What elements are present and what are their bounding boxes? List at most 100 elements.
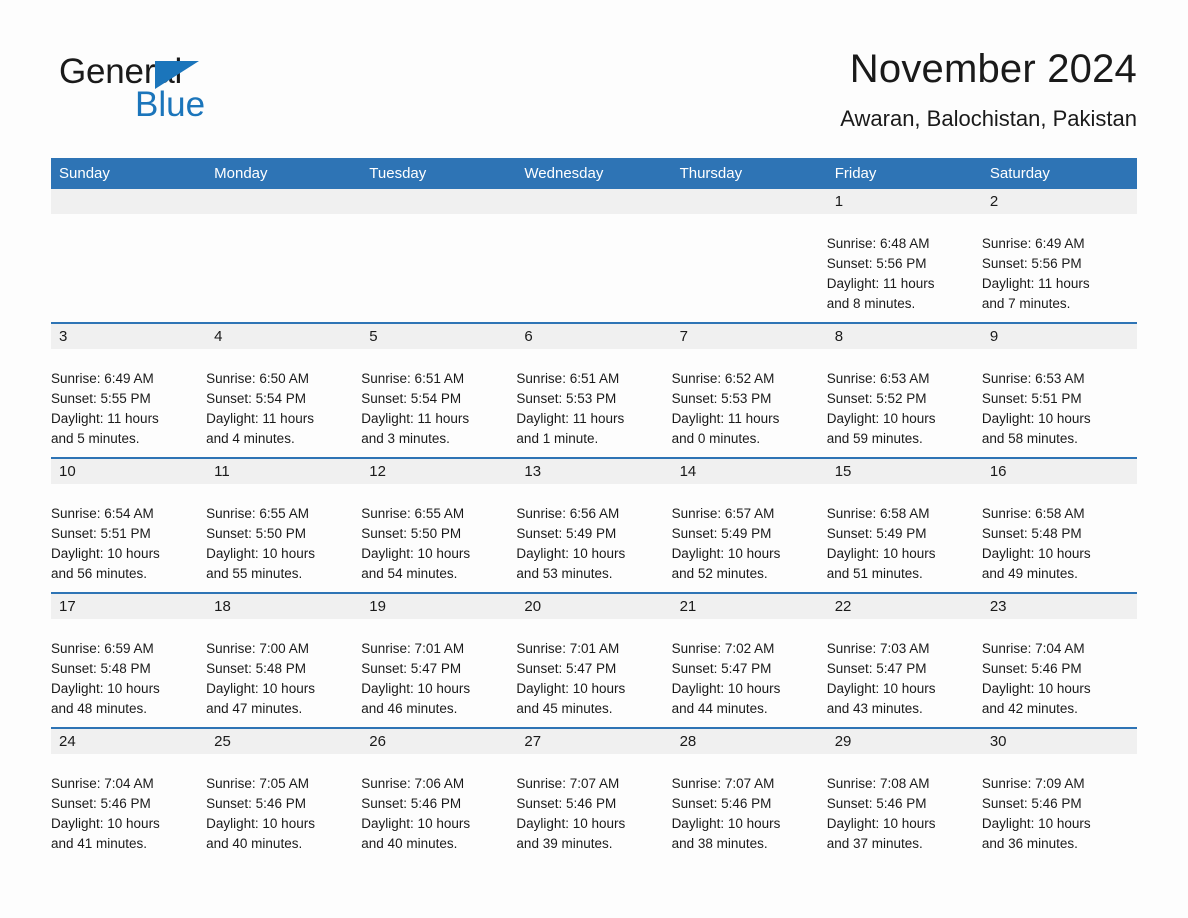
day-cell[interactable]: 17 Sunrise: 6:59 AM Sunset: 5:48 PM Dayligh… [51, 592, 207, 728]
day-details [206, 212, 214, 251]
day-details: Sunrise: 7:06 AM Sunset: 5:46 PM Daylight:… [361, 752, 516, 871]
day-cell[interactable]: 25 Sunrise: 7:05 AM Sunset: 5:46 PM Dayligh… [206, 727, 362, 862]
daylight-text-line1: Daylight: 10 hours [671, 546, 781, 561]
sunset-text: Sunset: 5:47 PM [361, 661, 462, 676]
sunrise-text: Sunrise: 6:55 AM [206, 506, 309, 521]
weekday-header-thursday: Thursday [671, 158, 827, 189]
day-cell[interactable]: 12 Sunrise: 6:55 AM Sunset: 5:50 PM Dayligh… [361, 457, 517, 593]
sunrise-text: Sunrise: 6:52 AM [671, 371, 775, 386]
day-cell[interactable]: 27 Sunrise: 7:07 AM Sunset: 5:46 PM Dayligh… [516, 727, 672, 862]
day-number: 29 [826, 729, 982, 754]
daylight-text-line1: Daylight: 10 hours [516, 816, 626, 831]
daylight-text-line1: Daylight: 10 hours [361, 681, 471, 696]
day-details [516, 212, 524, 251]
day-cell[interactable]: 13 Sunrise: 6:56 AM Sunset: 5:49 PM Dayligh… [516, 457, 672, 593]
day-cell[interactable]: 30 Sunrise: 7:09 AM Sunset: 5:46 PM Dayligh… [981, 727, 1137, 862]
day-cell[interactable]: 10 Sunrise: 6:54 AM Sunset: 5:51 PM Dayligh… [51, 457, 207, 593]
daylight-text-line2: and 58 minutes. [981, 431, 1078, 446]
day-number: 26 [361, 729, 517, 754]
daylight-text-line2: and 0 minutes. [671, 431, 761, 446]
day-cell[interactable]: 3 Sunrise: 6:49 AM Sunset: 5:55 PM Daylight… [51, 322, 207, 458]
day-details: Sunrise: 7:09 AM Sunset: 5:46 PM Daylight:… [982, 752, 1137, 871]
day-cell[interactable]: 6 Sunrise: 6:51 AM Sunset: 5:53 PM Daylight… [516, 322, 672, 458]
sunrise-text: Sunrise: 7:04 AM [51, 776, 154, 791]
daylight-text-line1: Daylight: 10 hours [206, 546, 315, 561]
sunrise-text: Sunrise: 6:58 AM [826, 506, 930, 521]
day-cell[interactable] [361, 189, 517, 323]
daylight-text-line1: Daylight: 10 hours [826, 546, 936, 561]
day-cell[interactable]: 7 Sunrise: 6:52 AM Sunset: 5:53 PM Daylight… [671, 322, 827, 458]
daylight-text-line2: and 54 minutes. [361, 566, 458, 581]
sunset-text: Sunset: 5:51 PM [51, 526, 151, 541]
day-cell[interactable]: 9 Sunrise: 6:53 AM Sunset: 5:51 PM Daylight… [981, 322, 1137, 458]
day-number: 21 [671, 594, 827, 619]
day-number: 24 [51, 729, 207, 754]
sunset-text: Sunset: 5:48 PM [981, 526, 1082, 541]
day-cell[interactable]: 16 Sunrise: 6:58 AM Sunset: 5:48 PM Dayligh… [981, 457, 1137, 593]
sunset-text: Sunset: 5:46 PM [516, 796, 617, 811]
daylight-text-line1: Daylight: 10 hours [826, 681, 936, 696]
calendar-header-row: Sunday Monday Tuesday Wednesday Thursday… [51, 158, 1137, 189]
daylight-text-line1: Daylight: 10 hours [51, 546, 160, 561]
sunset-text: Sunset: 5:53 PM [516, 391, 617, 406]
day-details: Sunrise: 7:02 AM Sunset: 5:47 PM Daylight:… [672, 617, 827, 736]
day-cell[interactable]: 21 Sunrise: 7:02 AM Sunset: 5:47 PM Dayligh… [671, 592, 827, 728]
day-details: Sunrise: 7:03 AM Sunset: 5:47 PM Daylight:… [827, 617, 982, 736]
daylight-text-line2: and 45 minutes. [516, 701, 613, 716]
day-cell[interactable] [51, 189, 207, 323]
day-number: 28 [671, 729, 827, 754]
day-number: 30 [981, 729, 1137, 754]
sunset-text: Sunset: 5:46 PM [361, 796, 462, 811]
day-cell[interactable]: 24 Sunrise: 7:04 AM Sunset: 5:46 PM Dayligh… [51, 727, 207, 862]
day-number: 20 [516, 594, 672, 619]
sunset-text: Sunset: 5:48 PM [51, 661, 151, 676]
day-details: Sunrise: 6:51 AM Sunset: 5:53 PM Daylight:… [516, 347, 671, 466]
day-cell[interactable]: 26 Sunrise: 7:06 AM Sunset: 5:46 PM Dayligh… [361, 727, 517, 862]
day-cell[interactable]: 14 Sunrise: 6:57 AM Sunset: 5:49 PM Dayligh… [671, 457, 827, 593]
day-number: 11 [206, 459, 362, 484]
sunset-text: Sunset: 5:50 PM [206, 526, 306, 541]
day-cell[interactable] [671, 189, 827, 323]
day-cell[interactable]: 29 Sunrise: 7:08 AM Sunset: 5:46 PM Dayligh… [826, 727, 982, 862]
daylight-text-line1: Daylight: 10 hours [981, 411, 1091, 426]
day-details: Sunrise: 6:52 AM Sunset: 5:53 PM Daylight:… [672, 347, 827, 466]
day-cell[interactable]: 8 Sunrise: 6:53 AM Sunset: 5:52 PM Daylight… [826, 322, 982, 458]
day-cell[interactable]: 1 Sunrise: 6:48 AM Sunset: 5:56 PM Daylight… [826, 189, 982, 323]
day-details: Sunrise: 6:50 AM Sunset: 5:54 PM Daylight:… [206, 347, 361, 466]
daylight-text-line2: and 8 minutes. [826, 296, 916, 311]
sunrise-text: Sunrise: 6:53 AM [981, 371, 1085, 386]
day-cell[interactable]: 23 Sunrise: 7:04 AM Sunset: 5:46 PM Dayligh… [981, 592, 1137, 728]
daylight-text-line1: Daylight: 10 hours [516, 546, 626, 561]
daylight-text-line2: and 44 minutes. [671, 701, 768, 716]
sunrise-text: Sunrise: 6:58 AM [981, 506, 1085, 521]
sunrise-text: Sunrise: 7:04 AM [981, 641, 1085, 656]
day-cell[interactable]: 11 Sunrise: 6:55 AM Sunset: 5:50 PM Dayligh… [206, 457, 362, 593]
day-cell[interactable]: 15 Sunrise: 6:58 AM Sunset: 5:49 PM Dayligh… [826, 457, 982, 593]
day-cell[interactable]: 19 Sunrise: 7:01 AM Sunset: 5:47 PM Dayligh… [361, 592, 517, 728]
day-cell[interactable]: 5 Sunrise: 6:51 AM Sunset: 5:54 PM Daylight… [361, 322, 517, 458]
generalblue-logo[interactable]: General Blue [59, 52, 319, 132]
sunset-text: Sunset: 5:49 PM [671, 526, 772, 541]
weekday-header-saturday: Saturday [981, 158, 1137, 189]
calendar-page: General Blue November 2024 Awaran, Baloc… [0, 0, 1188, 918]
daylight-text-line2: and 4 minutes. [206, 431, 295, 446]
sunrise-text: Sunrise: 6:51 AM [361, 371, 465, 386]
day-cell[interactable]: 28 Sunrise: 7:07 AM Sunset: 5:46 PM Dayligh… [671, 727, 827, 862]
day-cell[interactable]: 18 Sunrise: 7:00 AM Sunset: 5:48 PM Dayligh… [206, 592, 362, 728]
day-cell[interactable]: 22 Sunrise: 7:03 AM Sunset: 5:47 PM Dayligh… [826, 592, 982, 728]
day-number: 23 [981, 594, 1137, 619]
day-cell[interactable]: 20 Sunrise: 7:01 AM Sunset: 5:47 PM Dayligh… [516, 592, 672, 728]
sunrise-text: Sunrise: 7:07 AM [516, 776, 620, 791]
day-number: 25 [206, 729, 362, 754]
day-details: Sunrise: 7:04 AM Sunset: 5:46 PM Daylight:… [51, 752, 206, 871]
day-cell[interactable] [206, 189, 362, 323]
day-cell[interactable]: 4 Sunrise: 6:50 AM Sunset: 5:54 PM Daylight… [206, 322, 362, 458]
calendar-week-row: 17 Sunrise: 6:59 AM Sunset: 5:48 PM Dayligh… [51, 592, 1137, 728]
day-number: 10 [51, 459, 207, 484]
daylight-text-line1: Daylight: 11 hours [981, 276, 1090, 291]
sunrise-text: Sunrise: 6:48 AM [826, 236, 930, 251]
daylight-text-line1: Daylight: 10 hours [516, 681, 626, 696]
day-cell[interactable] [516, 189, 672, 323]
day-cell[interactable]: 2 Sunrise: 6:49 AM Sunset: 5:56 PM Daylight… [981, 189, 1137, 323]
daylight-text-line2: and 7 minutes. [981, 296, 1071, 311]
